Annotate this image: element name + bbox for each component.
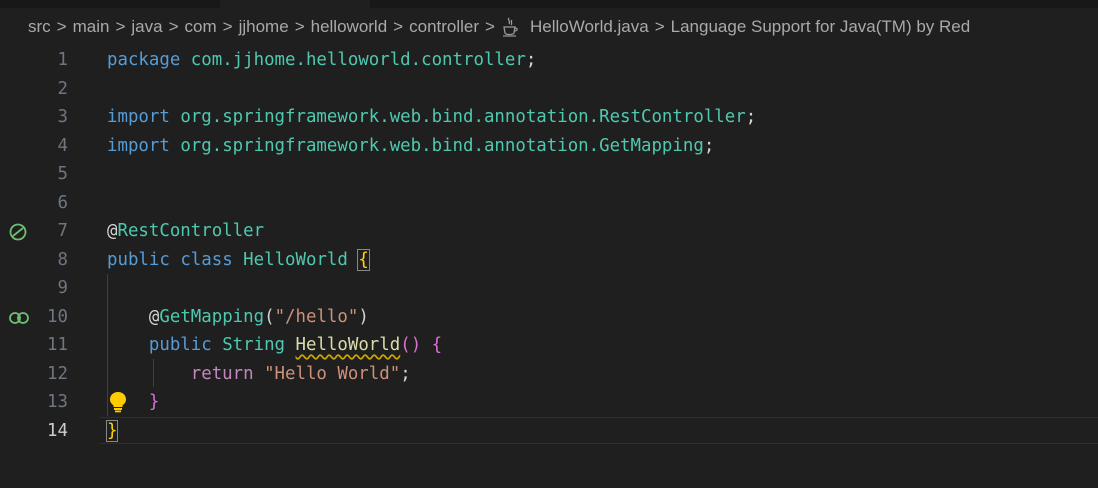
token-at: @ [107,221,118,241]
token-type: String [222,335,286,355]
breadcrumb-item-src[interactable]: src [28,17,51,37]
breadcrumb-separator: > [485,17,495,36]
token-keyword: return [190,363,254,384]
token-package-name: com.jjhome.helloworld.controller [190,50,526,70]
tab-bar-edge [0,0,1098,8]
token-keyword: package [107,50,181,70]
breadcrumb-separator: > [56,17,67,36]
breadcrumb-item-jjhome[interactable]: jjhome [239,17,289,37]
code-line-3: 3 import org.springframework.web.bind.an… [0,103,1098,132]
code-line-14: 14 } [0,416,1098,446]
token-brace: } [105,419,119,442]
breadcrumb-file[interactable]: HelloWorld.java [530,17,649,37]
java-coffee-icon [501,17,519,37]
token-import-path: org.springframework.web.bind.annotation.… [180,107,746,127]
token-keyword: import [107,135,170,156]
line-number: 2 [57,78,68,99]
code-editor[interactable]: 1 package com.jjhome.helloworld.controll… [0,46,1098,488]
code-line-2: 2 [0,75,1098,104]
token-punct: ; [703,135,715,156]
token-class-name: HelloWorld [243,249,348,270]
code-line-10: 10 @GetMapping("/hello") [0,303,1098,332]
token-string: "Hello World" [264,363,401,384]
spring-bean-icon[interactable] [8,222,30,241]
current-line-highlight [100,416,1098,444]
line-number: 13 [47,392,68,412]
code-line-1: 1 package com.jjhome.helloworld.controll… [0,46,1098,75]
token-annotation: RestController [117,221,265,241]
line-number: 9 [57,278,68,298]
line-number: 8 [57,249,68,270]
line-number: 12 [47,363,68,384]
token-method-name[interactable]: HelloWorld [296,335,401,355]
token-paren: ( [264,306,275,327]
line-number: 10 [47,306,68,327]
token-brace: { [431,335,443,355]
token-brace: } [148,392,160,412]
token-at: @ [148,306,160,327]
line-number: 3 [57,107,68,127]
token-punct: ; [525,50,537,70]
line-number-active: 14 [47,420,68,441]
token-keyword: import [107,107,170,127]
breadcrumb-separator: > [654,17,665,36]
token-keyword: public [107,249,170,270]
breadcrumb-item-com[interactable]: com [185,17,217,37]
token-parens: () [400,335,422,355]
line-number: 4 [57,135,68,156]
token-punct: ; [400,363,411,384]
breadcrumb-item-java[interactable]: java [131,17,162,37]
token-paren: ) [358,306,369,327]
token-punct: ; [745,107,757,127]
breadcrumb-separator: > [294,17,305,36]
token-annotation: GetMapping [159,306,265,327]
active-tab-edge [220,0,370,8]
code-line-7: 7 @RestController [0,217,1098,246]
line-number: 5 [57,164,68,184]
spring-mapping-icon[interactable] [8,308,30,326]
code-line-12: 12 return "Hello World"; [0,360,1098,389]
line-number: 1 [57,50,68,70]
code-line-13: 13 } [0,388,1098,417]
breadcrumb-separator: > [115,17,126,36]
line-number: 11 [47,335,68,355]
code-line-5: 5 [0,160,1098,189]
breadcrumb: src > main > java > com > jjhome > hello… [0,8,1098,46]
code-line-4: 4 import org.springframework.web.bind.an… [0,132,1098,161]
token-keyword: class [180,249,233,270]
breadcrumb-outline[interactable]: Language Support for Java(TM) by Red [671,17,971,37]
token-string: "/hello" [274,306,359,327]
line-number: 6 [57,192,68,213]
token-brace: { [357,248,370,271]
breadcrumb-item-controller[interactable]: controller [409,17,479,37]
token-import-path: org.springframework.web.bind.annotation.… [180,135,704,156]
code-line-9: 9 [0,274,1098,303]
breadcrumb-separator: > [393,17,404,36]
code-line-8: 8 public class HelloWorld { [0,246,1098,275]
breadcrumb-item-helloworld[interactable]: helloworld [311,17,388,37]
breadcrumb-separator: > [168,17,179,36]
breadcrumb-item-main[interactable]: main [73,17,110,37]
line-number: 7 [57,221,68,241]
code-line-11: 11 public String HelloWorld() { [0,331,1098,360]
code-line-6: 6 [0,189,1098,218]
breadcrumb-separator: > [222,17,233,36]
token-keyword: public [148,335,212,355]
